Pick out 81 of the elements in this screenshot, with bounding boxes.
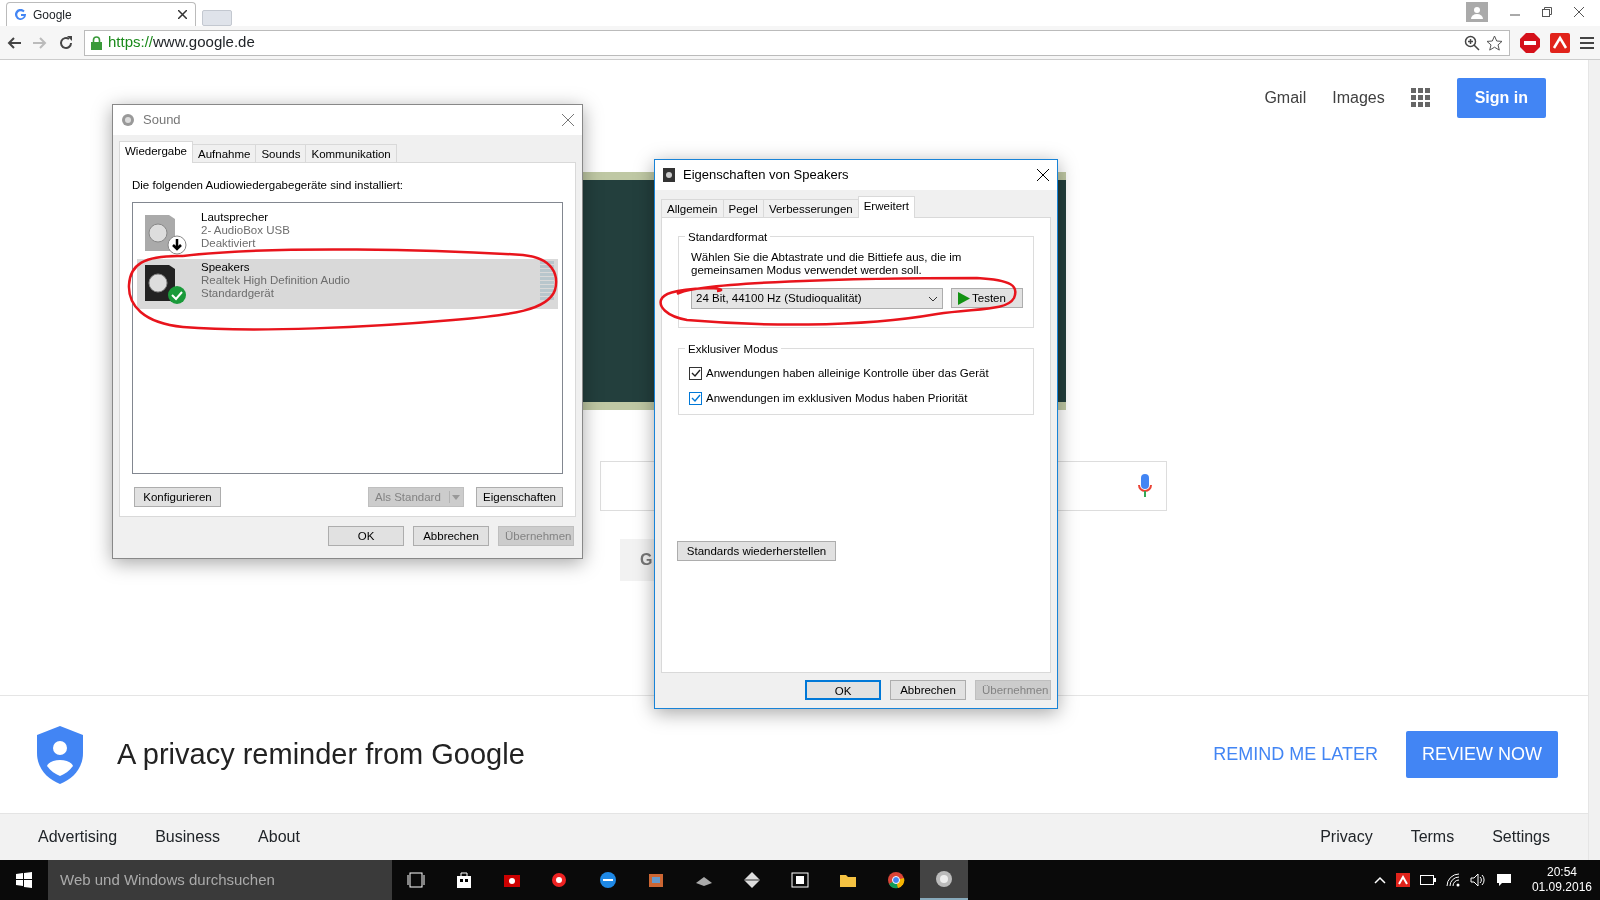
browser-e-icon (599, 871, 617, 889)
speaker-icon (663, 168, 675, 182)
tray-app-icon[interactable] (1395, 873, 1410, 887)
shield-user-icon (37, 725, 83, 784)
device-label: Lautsprecher 2- AudioBox USB Deaktiviert (201, 211, 290, 252)
instruction-text: Die folgenden Audiowiedergabegeräte sind installiert: (131, 178, 405, 193)
chrome-icon (887, 871, 905, 889)
windows-icon (16, 872, 32, 888)
menu-icon[interactable] (1580, 36, 1594, 49)
close-tab-icon[interactable] (178, 10, 187, 19)
checkbox[interactable] (689, 392, 702, 406)
speaker-icon (121, 113, 135, 127)
header-link[interactable]: Gmail (1264, 86, 1307, 110)
footer-link[interactable]: Business (155, 825, 221, 849)
format-dropdown[interactable]: 24 Bit, 44100 Hz (Studioqualität) (691, 288, 943, 309)
remind-later-link[interactable]: REMIND ME LATER (1213, 741, 1378, 768)
footer-link[interactable]: Terms (1410, 825, 1455, 849)
dialog-button[interactable]: Abbrechen (413, 526, 489, 546)
zoom-icon[interactable] (1464, 34, 1480, 51)
window-title: Sound (143, 111, 181, 130)
header-link[interactable]: Images (1332, 86, 1385, 110)
volume-icon[interactable] (1469, 873, 1486, 887)
play-icon (958, 291, 970, 305)
extension-icon[interactable] (1550, 32, 1570, 53)
speaker-icon (935, 870, 953, 888)
device-label: Speakers Realtek High Definition Audio Standardgerät (201, 261, 350, 302)
footer-link[interactable]: Settings (1492, 825, 1550, 849)
description-text: Wählen Sie die Abtastrate und die Bittiefe aus, die im gemeinsamen Modus verwendet werden soll. (691, 251, 963, 277)
scrollbar[interactable] (1588, 60, 1600, 860)
test-button[interactable]: Testen (951, 288, 1023, 308)
dialog-button[interactable]: Abbrechen (890, 680, 966, 700)
lock-icon (91, 35, 102, 50)
dialog-button[interactable]: OK (805, 680, 881, 700)
url-text[interactable]: https://www.google.de (108, 31, 255, 54)
device-row[interactable]: Lautsprecher 2- AudioBox USB Deaktiviert (137, 209, 558, 260)
star-icon[interactable] (1486, 34, 1503, 51)
notifications-icon[interactable] (1495, 873, 1512, 887)
device-row[interactable]: Speakers Realtek High Definition Audio Standardgerät (137, 259, 558, 310)
sign-in-button[interactable]: Sign in (1456, 78, 1546, 118)
clock-time[interactable]: 20:54 (1531, 865, 1592, 880)
level-meter-drawing (540, 261, 554, 302)
taskbar-button[interactable] (920, 860, 968, 900)
restore-defaults-button[interactable]: Standards wiederherstellen (677, 541, 836, 561)
wifi-icon[interactable] (1445, 873, 1460, 887)
chevron-up-icon[interactable] (1373, 876, 1386, 884)
close-icon[interactable] (1037, 169, 1049, 181)
window-title: Eigenschaften von Speakers (683, 166, 849, 185)
task-view-icon (407, 871, 425, 889)
app-icon (647, 871, 665, 889)
app-icon (551, 871, 569, 889)
checkbox-label: Anwendungen haben alleinige Kontrolle über das Gerät (706, 366, 989, 381)
properties-button[interactable]: Eigenschaften (476, 487, 563, 508)
privacy-message: A privacy reminder from Google (117, 736, 525, 772)
checkbox[interactable] (689, 367, 702, 381)
checkbox-label: Anwendungen im exklusiven Modus haben Priorität (706, 391, 968, 407)
microphone-icon[interactable] (1138, 474, 1152, 498)
dialog-tab[interactable]: Erweitert (857, 196, 916, 218)
footer-link[interactable]: Advertising (38, 825, 118, 849)
store-bag-icon (455, 871, 473, 889)
dialog-tab[interactable]: Allgemein (661, 199, 724, 218)
taskbar-search-field[interactable]: Web und Windows durchsuchen (48, 860, 392, 900)
back-icon[interactable] (6, 35, 22, 50)
dialog-button[interactable]: OK (328, 526, 404, 546)
reload-icon[interactable] (58, 34, 74, 51)
adblock-extension-icon[interactable] (1520, 32, 1540, 53)
apps-grid-icon[interactable] (1410, 88, 1431, 108)
configure-button[interactable]: Konfigurieren (134, 487, 221, 508)
review-now-button[interactable]: REVIEW NOW (1406, 731, 1558, 778)
film-icon (791, 871, 809, 889)
chevron-down-icon (928, 295, 938, 302)
caret-icon (449, 491, 461, 504)
google-g-icon (15, 8, 27, 21)
close-icon[interactable] (1574, 7, 1584, 17)
footer-link[interactable]: Privacy (1320, 825, 1373, 849)
footer-link[interactable]: About (258, 825, 300, 849)
clock-date[interactable]: 01.09.2016 (1531, 880, 1592, 895)
dialog-tab[interactable]: Wiedergabe (119, 141, 193, 163)
address-bar[interactable]: https://www.google.de (84, 29, 1510, 56)
restore-icon[interactable] (1542, 7, 1552, 17)
battery-icon[interactable] (1419, 875, 1436, 885)
app-icon (743, 871, 761, 889)
